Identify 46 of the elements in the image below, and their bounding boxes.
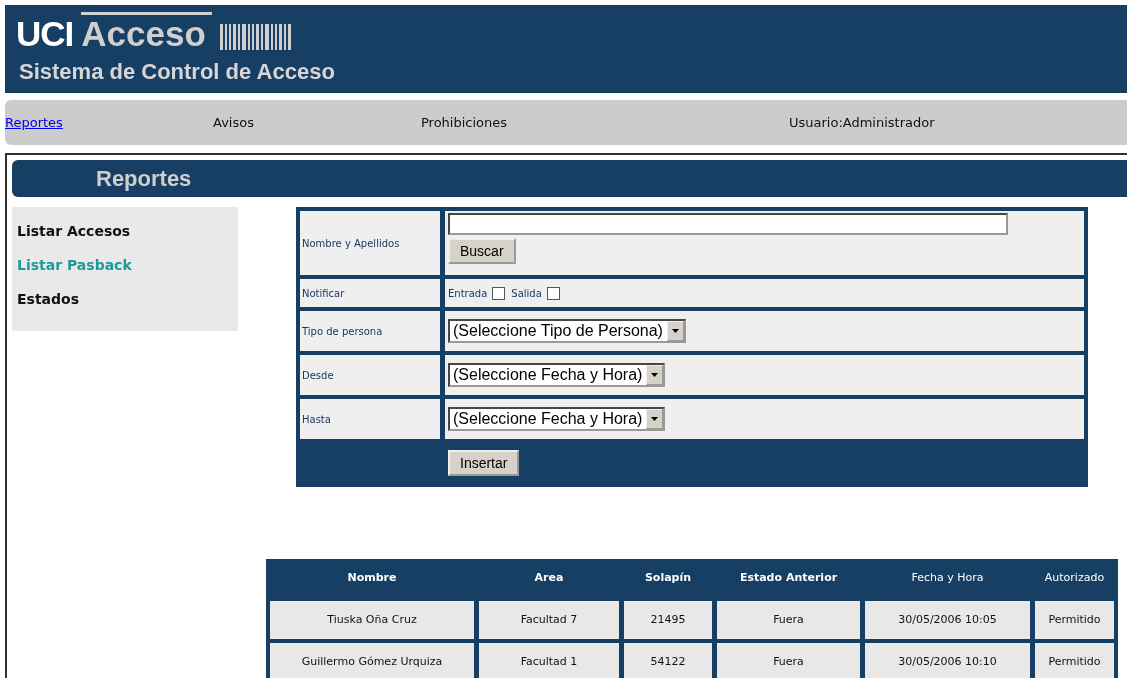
table-cell: 21495	[624, 601, 712, 639]
nav-item[interactable]: Prohibiciones	[421, 115, 508, 130]
dropdown[interactable]: (Seleccione Fecha y Hora)	[448, 363, 666, 387]
table-cell: Permitido	[1035, 601, 1114, 639]
dropdown[interactable]: (Seleccione Fecha y Hora)	[448, 407, 666, 431]
table-cell: Tiuska Oña Cruz	[270, 601, 474, 639]
table-cell: Fuera	[717, 601, 860, 639]
insert-button[interactable]: Insertar	[448, 450, 520, 476]
column-header: Solapín	[643, 570, 693, 586]
subtitle: Sistema de Control de Acceso	[19, 59, 335, 85]
name-input[interactable]	[448, 213, 1008, 235]
field-label: Nombre y Apellidos	[300, 211, 440, 275]
table-cell: 30/05/2006 10:10	[865, 643, 1030, 678]
caret-icon	[671, 329, 679, 333]
sidebar-item[interactable]: Estados	[17, 291, 233, 307]
column-header: Estado Anterior	[738, 570, 839, 586]
search-button[interactable]: Buscar	[448, 238, 516, 264]
checkbox[interactable]	[492, 286, 506, 300]
nav-item[interactable]: Avisos	[213, 115, 254, 130]
field-label: Hasta	[300, 399, 440, 439]
nav-link[interactable]: Reportes	[5, 115, 63, 130]
table-cell: Facultad 1	[479, 643, 619, 678]
caret-icon	[651, 417, 659, 421]
column-header: Autorizado	[1043, 570, 1106, 586]
column-header: Nombre	[346, 570, 398, 586]
table-cell: Guillermo Gómez Urquiza	[270, 643, 474, 678]
checkbox[interactable]	[546, 286, 560, 300]
table-cell: 30/05/2006 10:05	[865, 601, 1030, 639]
table-cell: 54122	[624, 643, 712, 678]
table-cell: Permitido	[1035, 643, 1114, 678]
sidebar-item[interactable]: Listar Accesos	[17, 223, 233, 239]
brand-title: UCI	[16, 15, 74, 53]
checkbox-option[interactable]: Salida	[511, 286, 560, 300]
field-label: Tipo de persona	[300, 311, 440, 351]
column-header: Fecha y Hora	[910, 570, 985, 586]
dropdown[interactable]: (Seleccione Tipo de Persona)	[448, 319, 686, 343]
section-header: Reportes	[12, 160, 1127, 197]
user-label: Usuario:Administrador	[789, 115, 935, 130]
field-label: Notificar	[300, 279, 440, 307]
caret-icon	[651, 373, 659, 377]
product-title: Acceso	[81, 12, 212, 53]
column-header: Area	[533, 570, 565, 586]
table-cell: Facultad 7	[479, 601, 619, 639]
table-cell: Fuera	[717, 643, 860, 678]
field-label: Desde	[300, 355, 440, 395]
checkbox-option[interactable]: Entrada	[448, 286, 506, 300]
